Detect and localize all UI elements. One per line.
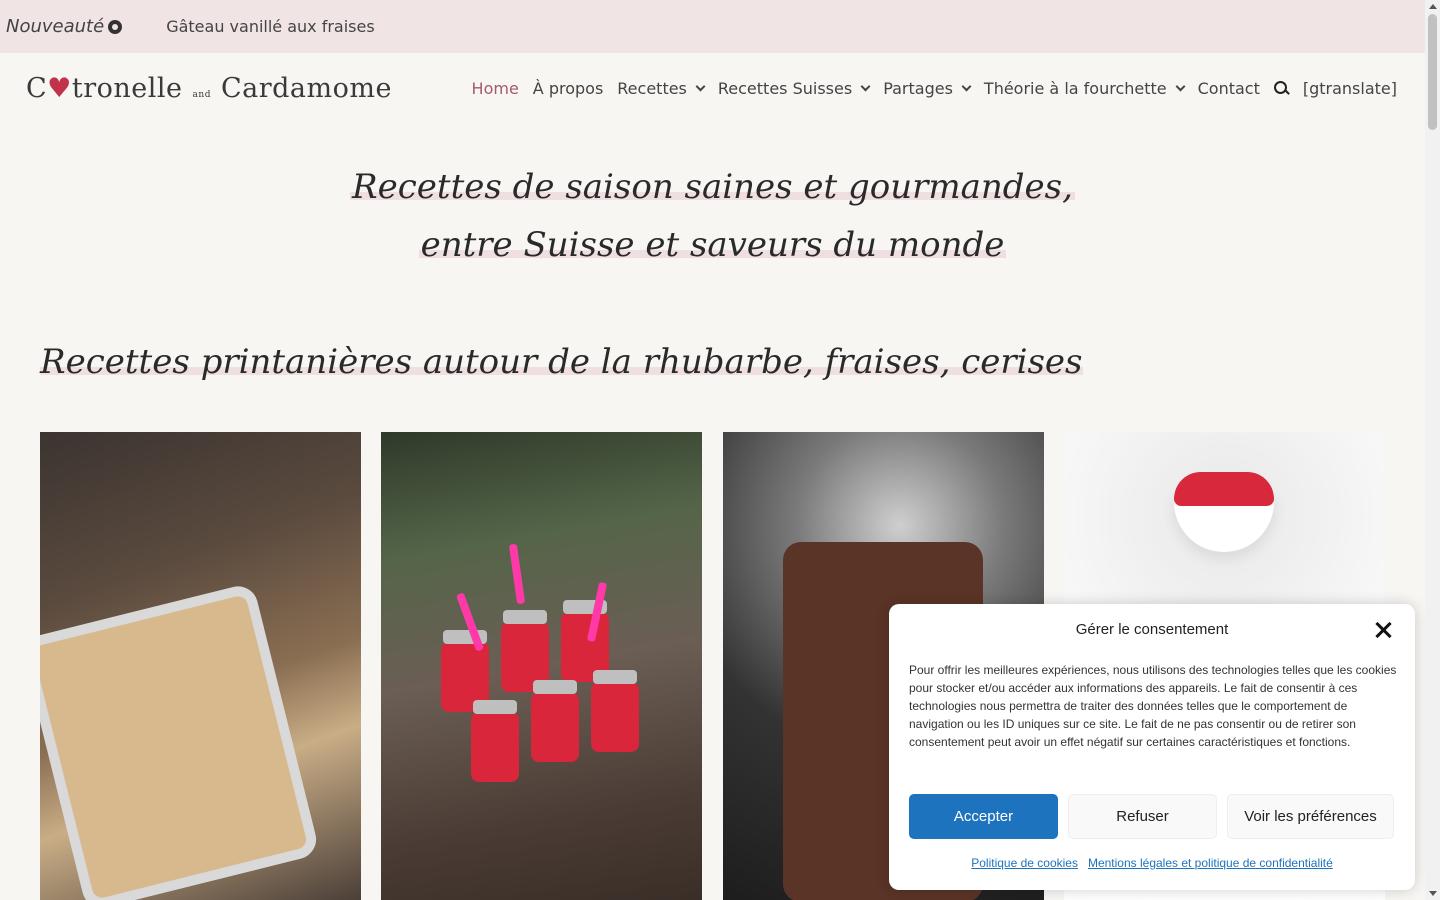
nav-item-recettes[interactable]: Recettes bbox=[617, 79, 706, 98]
nav-item-contact[interactable]: Contact bbox=[1198, 79, 1260, 98]
scroll-up-arrow-icon[interactable] bbox=[1429, 4, 1437, 9]
new-badge-icon bbox=[108, 19, 123, 34]
search-icon[interactable] bbox=[1273, 81, 1289, 96]
tagline-line-2: entre Suisse et saveurs du monde bbox=[418, 225, 1007, 265]
consent-buttons: Accepter Refuser Voir les préférences bbox=[909, 794, 1394, 839]
site-logo[interactable]: C ♥ tronelle and Cardamome bbox=[26, 73, 392, 104]
strawberries-image bbox=[1174, 472, 1274, 506]
refuse-button[interactable]: Refuser bbox=[1068, 794, 1217, 839]
section-title: Recettes printanières autour de la rhuba… bbox=[40, 342, 1083, 382]
accept-button[interactable]: Accepter bbox=[909, 794, 1058, 839]
chevron-down-icon bbox=[1175, 81, 1186, 92]
new-label: Nouveauté bbox=[6, 16, 123, 37]
chevron-down-icon bbox=[961, 81, 972, 92]
nav-item-theorie[interactable]: Théorie à la fourchette bbox=[984, 79, 1186, 98]
scrollbar-thumb[interactable] bbox=[1428, 14, 1437, 130]
tagline-line-1: Recettes de saison saines et gourmandes, bbox=[350, 167, 1075, 207]
nav-item-recettes-suisses[interactable]: Recettes Suisses bbox=[718, 79, 871, 98]
nav-item-partages[interactable]: Partages bbox=[883, 79, 972, 98]
chevron-down-icon bbox=[860, 81, 871, 92]
cookie-policy-link[interactable]: Politique de cookies bbox=[971, 856, 1078, 870]
consent-links: Politique de cookies Mentions légales et… bbox=[889, 856, 1415, 870]
jar-image bbox=[531, 680, 579, 762]
consent-text: Pour offrir les meilleures expériences, … bbox=[909, 663, 1397, 749]
recipe-card-strawberry-drinks[interactable] bbox=[381, 432, 702, 900]
latest-recipe-link[interactable]: Gâteau vanillé aux fraises bbox=[166, 17, 375, 36]
recipe-card-rhubarb-crumble[interactable] bbox=[40, 432, 361, 900]
crumble-dish-image bbox=[40, 582, 321, 900]
legal-notice-link[interactable]: Mentions légales et politique de confide… bbox=[1088, 856, 1333, 870]
heart-icon: ♥ bbox=[47, 73, 72, 104]
close-icon[interactable] bbox=[1375, 621, 1393, 639]
main-nav: Home À propos Recettes Recettes Suisses … bbox=[458, 79, 1397, 98]
page-scrollbar[interactable] bbox=[1425, 0, 1440, 900]
jar-image bbox=[591, 670, 639, 752]
cookie-consent-modal: Gérer le consentement Pour offrir les me… bbox=[889, 604, 1415, 890]
site-header: C ♥ tronelle and Cardamome Home À propos R… bbox=[0, 53, 1425, 129]
preferences-button[interactable]: Voir les préférences bbox=[1227, 794, 1394, 839]
announcement-bar: Nouveauté Gâteau vanillé aux fraises bbox=[0, 0, 1425, 53]
chevron-down-icon bbox=[695, 81, 706, 92]
nav-item-home[interactable]: Home bbox=[472, 79, 519, 98]
jar-image bbox=[471, 700, 519, 782]
straw-image bbox=[508, 543, 526, 605]
hero-tagline: Recettes de saison saines et gourmandes,… bbox=[0, 158, 1425, 274]
nav-item-translate[interactable]: [gtranslate] bbox=[1303, 79, 1397, 98]
nav-item-a-propos[interactable]: À propos bbox=[533, 79, 603, 98]
scroll-down-arrow-icon[interactable] bbox=[1429, 891, 1437, 896]
consent-title: Gérer le consentement bbox=[1075, 621, 1229, 638]
